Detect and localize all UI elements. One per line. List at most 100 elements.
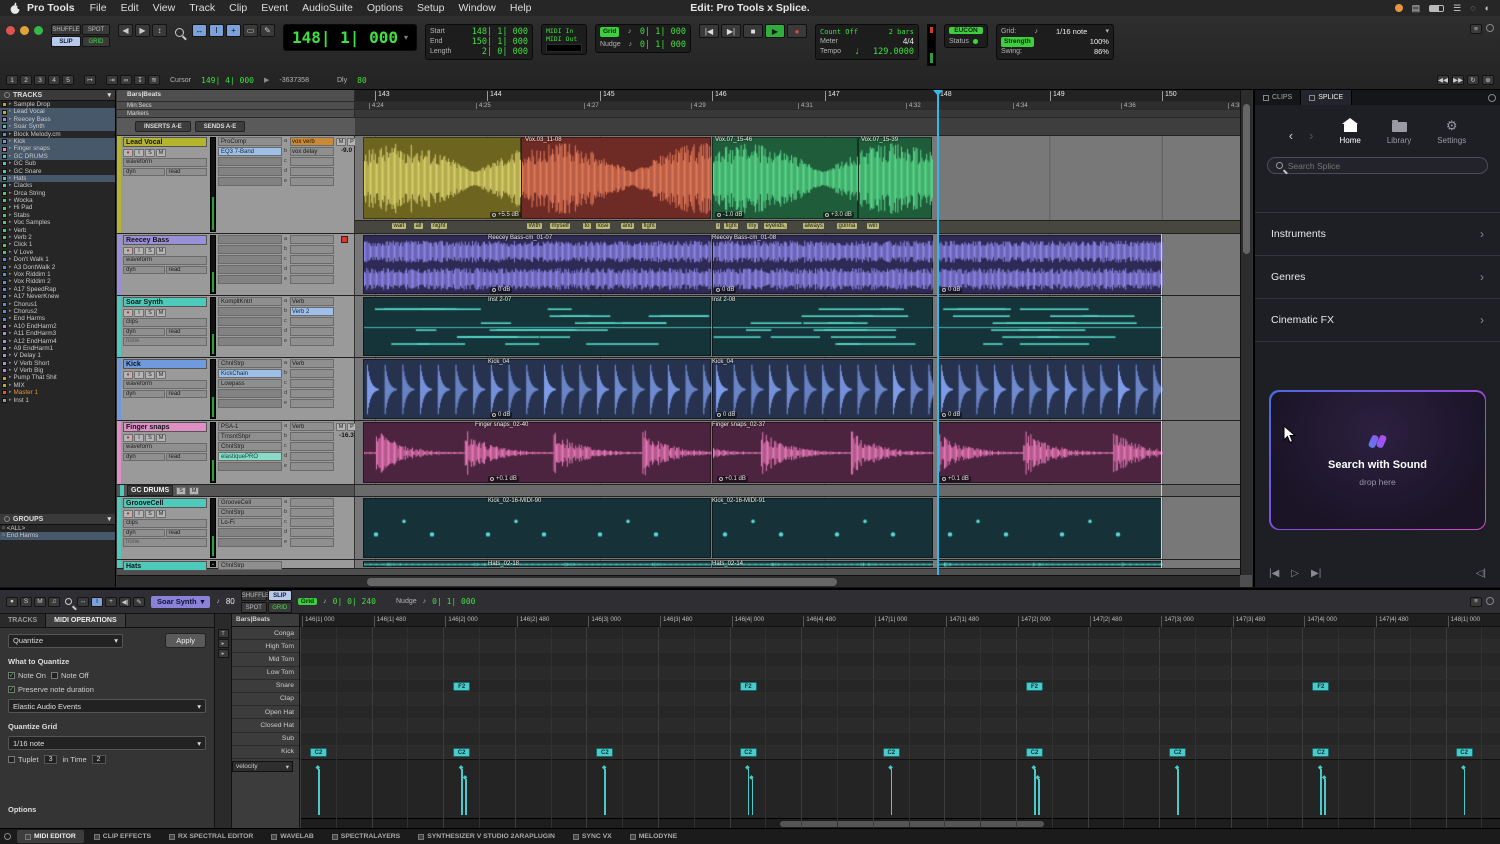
audio-clip[interactable]	[363, 422, 711, 483]
midi-grid-badge[interactable]: Grid	[298, 598, 317, 605]
drum-lane-high-tom[interactable]: High Tom	[232, 640, 299, 653]
track-view-selector[interactable]: clips	[123, 519, 207, 528]
send-assignment-empty[interactable]	[290, 389, 334, 398]
send-slot-d[interactable]: d	[284, 167, 334, 176]
sidebar-track-mix[interactable]: ▸MIX	[0, 382, 115, 389]
insert-slot-empty[interactable]	[218, 538, 282, 547]
velocity-stem-kick[interactable]	[1177, 769, 1179, 815]
send-slot-d[interactable]: d	[284, 389, 334, 398]
sidebar-track-sample-drop[interactable]: ▸Sample Drop	[0, 101, 115, 108]
strength-badge[interactable]: Strength	[1001, 37, 1034, 47]
midi-note-kick[interactable]: C2	[740, 748, 757, 757]
app-menu[interactable]: Pro Tools	[27, 2, 75, 14]
grid-note-icon[interactable]: ♪	[628, 27, 632, 37]
send-slot-b[interactable]: bVerb 2	[284, 307, 334, 316]
nudge-note-icon[interactable]: ♪	[629, 40, 633, 50]
groups-target-icon[interactable]	[4, 516, 10, 522]
send-assignment-verb[interactable]: Verb	[290, 297, 334, 306]
play-button[interactable]: ▶	[765, 24, 785, 38]
pencil-tool-icon[interactable]: ✎	[260, 24, 275, 37]
timeline-ruler[interactable]: Bars|Beats 143144145146147148149150 Min:…	[117, 90, 1252, 136]
midi-note-snare[interactable]: F2	[1026, 682, 1043, 691]
menu-window[interactable]: Window	[459, 2, 496, 14]
send-assignment-empty[interactable]	[290, 432, 334, 441]
splice-category-instruments[interactable]: Instruments›	[1255, 213, 1500, 256]
midi-note-snare[interactable]: F2	[1312, 682, 1329, 691]
mute-button[interactable]: M	[156, 510, 166, 518]
record-enable-button[interactable]: ●	[123, 434, 133, 442]
audio-clip[interactable]	[521, 137, 711, 219]
mute-button[interactable]: M	[156, 247, 166, 255]
splice-library-button[interactable]: Library	[1387, 117, 1411, 145]
drum-lane-row-mid-tom[interactable]	[300, 653, 1500, 666]
insert-procomp[interactable]: ProComp	[218, 137, 282, 146]
clip-gain-badge[interactable]: 0 dB	[490, 287, 512, 293]
sidebar-track-verb[interactable]: ▸Verb	[0, 227, 115, 234]
drum-lane-closed-hat[interactable]: Closed Hat	[232, 719, 299, 732]
clip-gain-badge[interactable]: +3.0 dB	[823, 212, 854, 218]
drum-lane-row-clap[interactable]	[300, 693, 1500, 706]
midi-ruler-tick[interactable]: 146|3| 480	[660, 616, 693, 627]
midi-ruler-tick[interactable]: 147|4| 000	[1304, 616, 1337, 627]
preview-play-icon[interactable]: ▷	[1291, 568, 1299, 579]
midi-note-kick[interactable]: C2	[883, 748, 900, 757]
menu-audiosuite[interactable]: AudioSuite	[302, 2, 353, 14]
sidebar-track-soar-synth[interactable]: ▸Soar Synth	[0, 123, 115, 130]
mute-button[interactable]: M	[156, 371, 166, 379]
send-slot-a[interactable]: aVerb	[284, 422, 334, 431]
crosshair-icon[interactable]: ⊕	[1482, 75, 1494, 85]
count-off-bars[interactable]: 2 bars	[889, 27, 914, 37]
midi-ruler-tick[interactable]: 147|3| 480	[1233, 616, 1266, 627]
automation-mode-dyn[interactable]: dyn	[123, 168, 165, 177]
record-enable-button[interactable]: ●	[123, 149, 133, 157]
drum-lane-low-tom[interactable]: Low Tom	[232, 667, 299, 680]
insert-kickchain[interactable]: KickChain	[218, 369, 282, 378]
lyric-word[interactable]: my	[747, 223, 758, 229]
lane-track-button[interactable]: T	[218, 629, 229, 638]
audio-clip[interactable]	[937, 498, 1162, 558]
menu-event[interactable]: Event	[261, 2, 288, 14]
send-slot-a[interactable]: aVerb	[284, 359, 334, 368]
insert-eq3-7-band[interactable]: EQ3 7-Band	[218, 147, 282, 156]
lyric-word[interactable]: win	[867, 223, 879, 229]
insert-psa-1[interactable]: PSA-1	[218, 422, 282, 431]
solo-button[interactable]: S	[145, 309, 155, 317]
sidebar-track-finger-snaps[interactable]: ▸Finger snaps	[0, 145, 115, 152]
midi-note-kick[interactable]: C2	[1169, 748, 1186, 757]
folder-track-name[interactable]: GC DRUMS	[127, 485, 173, 496]
horizontal-scrollbar-thumb[interactable]	[367, 578, 837, 586]
clip-gain-badge[interactable]: 0 dB	[940, 287, 962, 293]
send-assignment-empty[interactable]	[290, 177, 334, 186]
insert-slot-empty[interactable]	[218, 462, 282, 471]
tracks-list-target-icon[interactable]	[4, 92, 10, 98]
send-slot-c[interactable]: c	[284, 157, 334, 166]
control-center-icon[interactable]: ☰	[1453, 3, 1461, 14]
sidebar-track-kick[interactable]: ▸Kick	[0, 138, 115, 145]
send-slot-e[interactable]: e	[284, 337, 334, 346]
track-lane[interactable]: Hats_02-18Hats_02-14	[355, 560, 1240, 568]
clip-gain-badge[interactable]: 0 dB	[714, 287, 736, 293]
track-name[interactable]: Finger snaps	[123, 422, 207, 432]
sidebar-track-chorus1[interactable]: ▸Chorus1	[0, 301, 115, 308]
sidebar-track-chorus2[interactable]: ▸Chorus2	[0, 308, 115, 315]
midi-mute-icon[interactable]: M	[34, 597, 46, 607]
midi-speaker-icon[interactable]: ◀|	[119, 597, 131, 607]
lyric-word[interactable]: always	[803, 223, 824, 229]
insert-slot-empty[interactable]	[218, 275, 282, 284]
apply-button[interactable]: Apply	[165, 633, 206, 648]
insert-trnsntshpr[interactable]: TrnsntShpr	[218, 432, 282, 441]
input-monitor-button[interactable]: I	[134, 149, 144, 157]
lyric-word[interactable]: eyelids,	[764, 223, 787, 229]
track-name[interactable]: Lead Vocal	[123, 137, 207, 147]
vertical-scrollbar[interactable]	[1240, 90, 1252, 575]
menu-edit[interactable]: Edit	[121, 2, 139, 14]
send-slot-e[interactable]: e	[284, 462, 334, 471]
midi-grid-value[interactable]: 0| 0| 240	[333, 597, 376, 606]
input-monitor-button[interactable]: I	[134, 510, 144, 518]
automation-mode-read[interactable]: read	[166, 266, 208, 275]
clip-gain-badge[interactable]: -1.0 dB	[715, 212, 744, 218]
lyric-word[interactable]: fight	[724, 223, 738, 229]
memory-location-5[interactable]: 5	[62, 75, 74, 85]
send-slot-e[interactable]: e	[284, 177, 334, 186]
audio-clip[interactable]	[712, 137, 858, 219]
